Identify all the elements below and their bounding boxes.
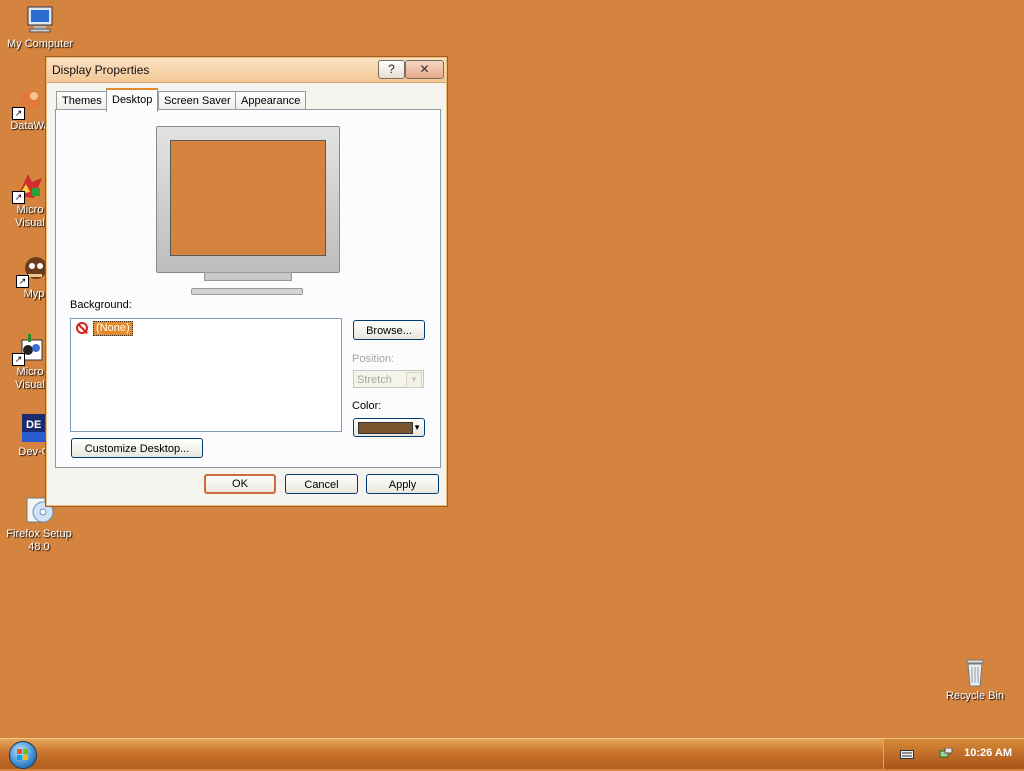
color-swatch — [358, 422, 413, 434]
shortcut-arrow-icon: ↗ — [16, 275, 29, 288]
visual-foxpro-icon: ↗ — [12, 332, 46, 366]
help-icon: ? — [388, 62, 395, 76]
button-label: OK — [232, 478, 248, 490]
color-label: Color: — [352, 400, 382, 412]
visual-studio-icon: ↗ — [12, 170, 46, 204]
taskbar: 10:26 AM — [0, 738, 1024, 769]
svg-text:DE: DE — [26, 419, 41, 431]
desktop-icon-label: My Computer — [6, 38, 74, 50]
desktop-icon-my-computer[interactable]: My Computer — [2, 4, 78, 51]
monitor-stand-base — [191, 288, 303, 295]
network-icon[interactable] — [939, 747, 953, 760]
desktop-icon-recycle-bin[interactable]: Recycle Bin — [937, 656, 1013, 703]
close-icon: ✕ — [419, 62, 430, 76]
position-value: Stretch — [357, 374, 392, 386]
button-label: Apply — [388, 479, 417, 491]
start-button[interactable] — [9, 741, 37, 769]
browse-button[interactable]: Browse... — [353, 320, 425, 340]
monitor-frame — [156, 126, 340, 275]
tab-screen-saver[interactable]: Screen Saver — [158, 91, 237, 110]
chevron-down-icon: ▼ — [413, 423, 421, 432]
window-title: Display Properties — [52, 63, 150, 77]
recycle-bin-icon — [959, 656, 991, 688]
apply-button[interactable]: Apply — [366, 474, 439, 494]
customize-desktop-button[interactable]: Customize Desktop... — [71, 438, 203, 458]
shortcut-arrow-icon: ↗ — [12, 107, 25, 120]
chevron-down-icon: ▼ — [406, 372, 422, 388]
desktop-tab-panel: Background: (None) Browse... Position: S… — [55, 109, 441, 468]
tab-appearance[interactable]: Appearance — [235, 91, 307, 110]
tab-desktop[interactable]: Desktop — [106, 88, 159, 112]
monitor-preview-screen — [170, 140, 326, 256]
ok-button[interactable]: OK — [204, 474, 276, 494]
tab-themes[interactable]: Themes — [56, 91, 108, 110]
background-listbox[interactable]: (None) — [70, 318, 342, 432]
computer-icon — [24, 4, 56, 36]
tab-label: Appearance — [241, 95, 301, 107]
display-properties-window: Display Properties ? ✕ Themes Desktop Sc… — [45, 56, 448, 507]
color-picker-button[interactable]: ▼ — [353, 418, 425, 437]
keyboard-icon[interactable] — [900, 748, 914, 760]
dialog-client-area: Themes Desktop Screen Saver Appearance B… — [47, 83, 446, 505]
clock[interactable]: 10:26 AM — [964, 747, 1012, 759]
shortcut-arrow-icon: ↗ — [12, 353, 25, 366]
desktop-icon-label: Firefox Setup 48.0 — [6, 528, 72, 553]
windows-logo-icon — [17, 749, 28, 760]
system-tray: 10:26 AM — [883, 739, 1024, 769]
button-label: Cancel — [304, 479, 339, 491]
cancel-button[interactable]: Cancel — [285, 474, 358, 494]
close-button[interactable]: ✕ — [405, 60, 444, 79]
help-button[interactable]: ? — [378, 60, 405, 79]
position-select[interactable]: Stretch ▼ — [353, 370, 424, 388]
datawarehouse-icon: ↗ — [12, 86, 46, 120]
button-label: Browse... — [366, 325, 412, 337]
desktop-icon-label: Recycle Bin — [945, 690, 1005, 702]
list-item-label: (None) — [93, 321, 133, 336]
shortcut-arrow-icon: ↗ — [12, 191, 25, 204]
button-label: Customize Desktop... — [84, 443, 190, 455]
tab-label: Desktop — [112, 94, 153, 106]
monitor-stand-neck — [204, 272, 292, 281]
tab-label: Themes — [62, 95, 102, 107]
background-label: Background: — [70, 299, 132, 311]
no-entry-icon — [76, 322, 88, 334]
title-bar[interactable]: Display Properties ? ✕ — [47, 58, 446, 83]
position-label: Position: — [352, 353, 395, 365]
tab-label: Screen Saver — [164, 95, 231, 107]
